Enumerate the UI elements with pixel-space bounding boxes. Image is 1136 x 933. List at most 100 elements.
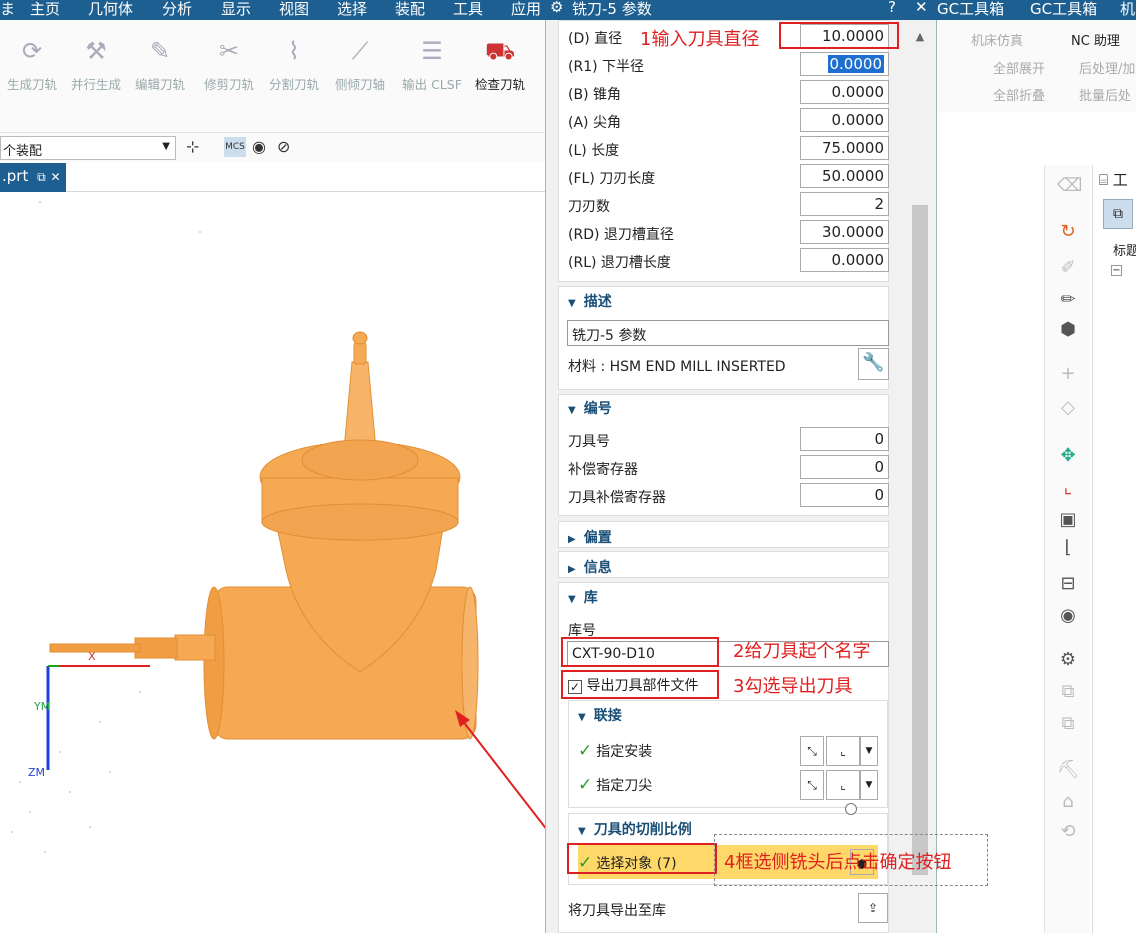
pin-icon[interactable]: ⧉ [37,170,46,184]
batch-post-button[interactable]: 批量后处 [1079,85,1131,104]
edit-toolpath-button[interactable]: ✎ 编辑刀轨 [128,34,192,93]
plane-icon[interactable]: ◇ [1057,397,1079,419]
chevron-down-icon: ▼ [162,141,170,152]
plus-icon[interactable]: + [1057,363,1079,385]
menu-item-analysis[interactable]: 分析 [162,0,192,19]
wrench-icon[interactable]: 🔧 [858,348,889,380]
specify-mount-button[interactable]: ⤡ [800,736,824,766]
hide-icon[interactable]: ⊘ [277,137,297,157]
check-toolpath-icon: ⛟ [485,37,516,65]
menu-item-view[interactable]: 视图 [279,0,309,19]
menu-item-assembly[interactable]: 装配 [395,0,425,19]
nc-assistant-button[interactable]: NC 助理 [1071,30,1120,49]
cutting-ratio-header[interactable]: ▼ 刀具的切削比例 [578,819,692,839]
lower-radius-field[interactable]: 0.0000 [800,52,889,76]
adjust-register-field[interactable]: 0 [800,455,889,479]
output-clsf-button[interactable]: ☰ 输出 CLSF [397,34,467,93]
layers-icon-3[interactable]: ⧉ [1057,713,1079,735]
filter-icon[interactable]: ⊹ [186,137,206,157]
collapsed-triangle-icon: ▶ [568,564,576,575]
offset-header[interactable]: ▶ 偏置 [568,527,612,547]
part-icon[interactable]: ⬢ [1057,319,1079,341]
graphics-viewport[interactable]: X YM ZM [0,192,545,933]
relief-diameter-field[interactable]: 30.0000 [800,220,889,244]
history-icon[interactable]: ↻ [1057,221,1079,243]
collapse-all-button[interactable]: 全部折叠 [993,85,1045,104]
relief-length-field[interactable]: 0.0000 [800,248,889,272]
layers-gear-icon[interactable]: ⚙ [1057,649,1079,671]
assembly-scope-select[interactable]: 个装配 ▼ [0,136,176,160]
annotation-box-diameter [779,22,899,49]
specify-tip-button[interactable]: ⤡ [800,770,824,800]
csys-dialog-button[interactable]: ⌞ [826,736,860,766]
menu-item-machine[interactable]: 机 [1120,0,1135,19]
info-header[interactable]: ▶ 信息 [568,557,612,577]
check-toolpath-button[interactable]: ⛟ 检查刀轨 [468,34,532,93]
show-icon[interactable]: ◉ [252,137,272,157]
expand-all-button[interactable]: 全部展开 [993,58,1045,77]
view-csys-icon[interactable]: ◉ [1057,605,1079,627]
help-icon[interactable]: ? [888,0,896,16]
tip-angle-field[interactable]: 0.0000 [800,108,889,132]
description-header[interactable]: ▼ 描述 [568,291,612,311]
param-label-relief-length: (RL) 退刀槽长度 [568,255,671,271]
scroll-thumb[interactable] [912,205,928,875]
chevron-down-icon[interactable]: ▼ [860,736,878,766]
annotation-2: 2给刀具起个名字 [733,641,871,662]
navigator-view-button[interactable]: ⧉ [1103,199,1133,229]
menu-item-home[interactable]: 主页 [30,0,60,19]
layers-icon-2[interactable]: ⧉ [1057,681,1079,703]
menu-item-prefix[interactable]: ま [0,0,15,19]
tool-number-field[interactable]: 0 [800,427,889,451]
check-toolpath-label: 检查刀轨 [474,77,525,92]
csys-dialog-button-2[interactable]: ⌞ [826,770,860,800]
eraser-icon[interactable]: ⌫ [1057,175,1082,197]
measure-icon[interactable]: ⌊ [1057,537,1079,559]
brush-icon[interactable]: ✏ [1057,289,1079,311]
library-header[interactable]: ▼ 库 [568,587,598,607]
menu-item-application[interactable]: 应用 [511,0,541,19]
menu-item-gc-toolbox-2[interactable]: GC工具箱 [1030,0,1097,19]
split-toolpath-button[interactable]: ⌇ 分割刀轨 [262,34,326,93]
menu-item-display[interactable]: 显示 [221,0,251,19]
tip-angle-value: 0.0000 [831,111,885,129]
move-csys-icon[interactable]: ✥ [1057,445,1079,467]
collapse-node-icon[interactable]: − [1111,265,1122,276]
machine-sim-button[interactable]: 机床仿真 [971,30,1023,49]
taper-angle-field[interactable]: 0.0000 [800,80,889,104]
export-to-library-button[interactable]: ⇪ [858,893,888,923]
close-icon[interactable]: ✕ [915,0,928,16]
side-milling-head-model[interactable] [49,331,479,740]
save-csys-icon[interactable]: ⊟ [1057,573,1079,595]
link-header[interactable]: ▼ 联接 [578,705,622,725]
block-icon[interactable]: ▣ [1057,509,1079,531]
chevron-down-icon-2[interactable]: ▼ [860,770,878,800]
numbering-header[interactable]: ▼ 编号 [568,398,612,418]
flute-length-field[interactable]: 50.0000 [800,164,889,188]
flutes-field[interactable]: 2 [800,192,889,216]
specify-tip-text: 指定刀尖 [596,778,653,794]
menu-item-select[interactable]: 选择 [337,0,367,19]
menu-item-geometry[interactable]: 几何体 [88,0,133,19]
mcs-view-icon[interactable]: MCS [224,137,246,157]
generate-toolpath-button[interactable]: ⟳ 生成刀轨 [0,34,64,93]
tool-icon-3[interactable]: ⟲ [1057,821,1079,843]
cutcom-register-field[interactable]: 0 [800,483,889,507]
clear-icon[interactable]: ✐ [1057,257,1079,279]
menu-item-tools[interactable]: 工具 [453,0,483,19]
tool-icon-1[interactable]: ⛏ [1057,759,1080,781]
navigator-icon: ⌸ [1099,171,1109,189]
trim-toolpath-button[interactable]: ✂ 修剪刀轨 [197,34,261,93]
annotation-1: 1输入刀具直径 [640,29,760,50]
tilt-tool-axis-button[interactable]: ⟋ 侧倾刀轴 [328,34,392,93]
tool-icon-2[interactable]: ⌂ [1057,791,1079,813]
menu-item-gc-toolbox-1[interactable]: GC工具箱 [937,0,1004,19]
close-tab-icon[interactable]: ✕ [50,170,60,184]
scroll-up-icon[interactable]: ▲ [912,30,928,46]
length-field[interactable]: 75.0000 [800,136,889,160]
description-field[interactable]: 铣刀-5 参数 [567,320,889,346]
postprocess-button[interactable]: 后处理/加 [1079,58,1135,77]
parallel-generate-button[interactable]: ⚒ 并行生成 [64,34,128,93]
document-tab[interactable]: .prt ⧉ ✕ [0,163,66,192]
csys-icon[interactable]: ⌞ [1057,477,1079,499]
